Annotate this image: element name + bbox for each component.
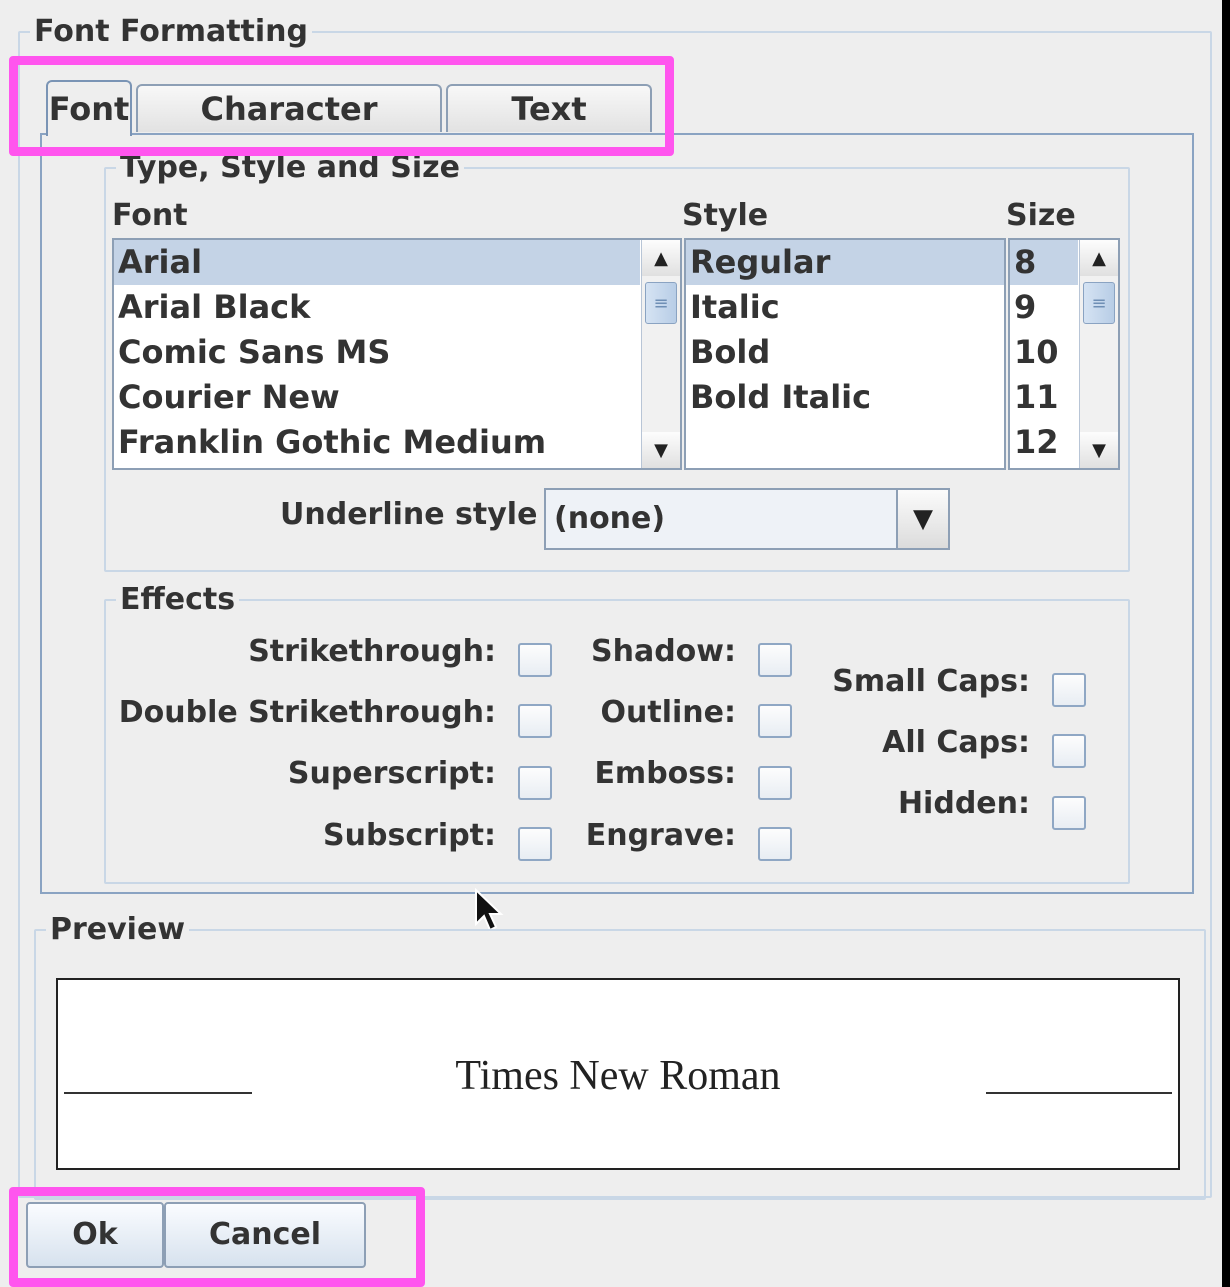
style-list-item[interactable]: Bold bbox=[686, 330, 1004, 375]
small-caps-label: Small Caps: bbox=[832, 664, 1030, 699]
font-list-item[interactable]: Courier New bbox=[114, 375, 640, 420]
outline-checkbox[interactable] bbox=[758, 704, 792, 738]
underline-style-select[interactable]: (none) ▼ bbox=[544, 488, 950, 550]
tab-font[interactable]: Font bbox=[46, 80, 132, 136]
preview-box: Times New Roman bbox=[56, 978, 1180, 1170]
size-list-item[interactable]: 12 bbox=[1010, 420, 1078, 465]
strikethrough-label: Strikethrough: bbox=[248, 634, 496, 669]
underline-style-value: (none) bbox=[554, 501, 666, 536]
all-caps-checkbox[interactable] bbox=[1052, 734, 1086, 768]
dropdown-button[interactable]: ▼ bbox=[896, 490, 948, 548]
font-list-items: Arial Arial Black Comic Sans MS Courier … bbox=[114, 240, 640, 465]
font-list-scrollbar[interactable]: ▲ ≡ ▼ bbox=[641, 240, 680, 468]
size-list-item[interactable]: 9 bbox=[1010, 285, 1078, 330]
ok-button[interactable]: Ok bbox=[26, 1202, 164, 1268]
shadow-label: Shadow: bbox=[590, 634, 736, 669]
superscript-checkbox[interactable] bbox=[518, 766, 552, 800]
subscript-checkbox[interactable] bbox=[518, 827, 552, 861]
tab-text-effects[interactable]: Text Effects bbox=[446, 84, 652, 174]
type-style-size-title: Type, Style and Size bbox=[120, 150, 460, 185]
font-list-item[interactable]: Comic Sans MS bbox=[114, 330, 640, 375]
scroll-thumb[interactable]: ≡ bbox=[1083, 282, 1115, 324]
triangle-up-icon: ▲ bbox=[1092, 247, 1106, 269]
triangle-down-icon: ▼ bbox=[654, 439, 668, 461]
tab-character-spacing[interactable]: Character Spacing bbox=[136, 84, 442, 174]
scroll-up-button[interactable]: ▲ bbox=[642, 240, 680, 276]
all-caps-label: All Caps: bbox=[882, 725, 1030, 760]
outline-label: Outline: bbox=[600, 695, 736, 730]
font-formatting-dialog: Font Formatting Font Character Spacing T… bbox=[0, 0, 1222, 1287]
subscript-label: Subscript: bbox=[323, 818, 496, 853]
scroll-thumb[interactable]: ≡ bbox=[645, 282, 677, 324]
engrave-label: Engrave: bbox=[585, 818, 736, 853]
font-list-label: Font bbox=[112, 198, 188, 233]
effects-title: Effects bbox=[120, 582, 236, 617]
cancel-button[interactable]: Cancel bbox=[164, 1202, 366, 1268]
triangle-up-icon: ▲ bbox=[654, 247, 668, 269]
double-strikethrough-label: Double Strikethrough: bbox=[118, 695, 496, 730]
hidden-checkbox[interactable] bbox=[1052, 796, 1086, 830]
size-list-item[interactable]: 11 bbox=[1010, 375, 1078, 420]
style-list[interactable]: Regular Italic Bold Bold Italic bbox=[684, 238, 1006, 470]
grip-icon: ≡ bbox=[1091, 292, 1107, 314]
triangle-down-icon: ▼ bbox=[913, 504, 933, 534]
preview-title: Preview bbox=[50, 912, 186, 947]
emboss-label: Emboss: bbox=[594, 756, 736, 791]
hidden-label: Hidden: bbox=[897, 786, 1030, 821]
style-list-item[interactable]: Regular bbox=[686, 240, 1004, 285]
dialog-title: Font Formatting bbox=[34, 14, 309, 49]
font-list-item[interactable]: Franklin Gothic Medium bbox=[114, 420, 640, 465]
style-list-item[interactable]: Bold Italic bbox=[686, 375, 1004, 420]
engrave-checkbox[interactable] bbox=[758, 827, 792, 861]
triangle-down-icon: ▼ bbox=[1092, 439, 1106, 461]
size-list-scrollbar[interactable]: ▲ ≡ ▼ bbox=[1079, 240, 1118, 468]
size-list[interactable]: 8 9 10 11 12 ▲ ≡ ▼ bbox=[1008, 238, 1120, 470]
emboss-checkbox[interactable] bbox=[758, 766, 792, 800]
strikethrough-checkbox[interactable] bbox=[518, 643, 552, 677]
underline-style-label: Underline style bbox=[280, 497, 538, 532]
font-list-item[interactable]: Arial Black bbox=[114, 285, 640, 330]
style-list-item[interactable]: Italic bbox=[686, 285, 1004, 330]
size-list-item[interactable]: 10 bbox=[1010, 330, 1078, 375]
scroll-down-button[interactable]: ▼ bbox=[1080, 432, 1118, 468]
style-list-label: Style bbox=[682, 198, 769, 233]
scroll-up-button[interactable]: ▲ bbox=[1080, 240, 1118, 276]
scroll-down-button[interactable]: ▼ bbox=[642, 432, 680, 468]
double-strikethrough-checkbox[interactable] bbox=[518, 704, 552, 738]
size-list-item[interactable]: 8 bbox=[1010, 240, 1078, 285]
size-list-items: 8 9 10 11 12 bbox=[1010, 240, 1078, 465]
preview-right-rule bbox=[986, 1092, 1172, 1094]
small-caps-checkbox[interactable] bbox=[1052, 673, 1086, 707]
superscript-label: Superscript: bbox=[287, 756, 496, 791]
font-list[interactable]: Arial Arial Black Comic Sans MS Courier … bbox=[112, 238, 682, 470]
shadow-checkbox[interactable] bbox=[758, 643, 792, 677]
font-list-item[interactable]: Arial bbox=[114, 240, 640, 285]
grip-icon: ≡ bbox=[653, 292, 669, 314]
size-list-label: Size bbox=[1006, 198, 1076, 233]
